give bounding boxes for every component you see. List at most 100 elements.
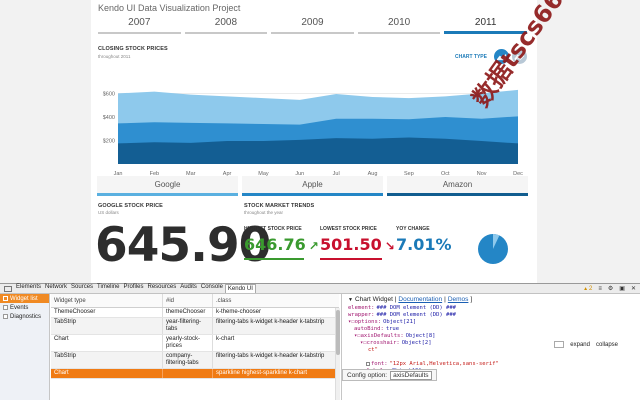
option-checkbox[interactable] bbox=[366, 361, 370, 366]
tree-line[interactable]: wrapper: ### DOM element (DD) ### bbox=[348, 312, 640, 319]
devtools-tab-timeline[interactable]: Timeline bbox=[95, 284, 121, 293]
devtools-tab-sources[interactable]: Sources bbox=[69, 284, 95, 293]
widget-table-scrollbar[interactable] bbox=[335, 308, 340, 400]
company-tab-amazon[interactable]: Amazon bbox=[387, 176, 528, 196]
devtools-toolbar: Elements Network Sources Timeline Profiles Re… bbox=[0, 284, 640, 294]
expand-link[interactable]: expand bbox=[570, 342, 590, 348]
filter-input[interactable] bbox=[554, 341, 565, 348]
company-tab-google[interactable]: Google bbox=[97, 176, 238, 196]
devtools-tab-resources[interactable]: Resources bbox=[146, 284, 179, 293]
table-cell-id: yearly-stock-prices bbox=[163, 335, 213, 351]
dashboard-page: Kendo UI Data Visualization Project 2007… bbox=[0, 0, 640, 283]
col-widget-type[interactable]: Widget type bbox=[51, 294, 163, 307]
highest-sparkline[interactable] bbox=[244, 258, 304, 260]
tree-value: ### DOM element (DD) ### bbox=[376, 312, 456, 318]
highest-price-label: HIGHEST STOCK PRICE bbox=[244, 226, 302, 232]
tree-key: ▾☐options: bbox=[348, 319, 382, 325]
config-option-tooltip: Config option: axisDefaults bbox=[342, 369, 437, 381]
table-cell-id: year-filtering-tabs bbox=[163, 318, 213, 334]
table-cell-id: themeChooser bbox=[163, 308, 213, 317]
sidebar-item-widget-list[interactable]: Widget list bbox=[0, 294, 49, 303]
tree-value: true bbox=[385, 326, 400, 332]
sidebar-item-events[interactable]: Events bbox=[0, 303, 49, 312]
yoy-pie-chart bbox=[478, 234, 508, 264]
collapse-link[interactable]: collapse bbox=[596, 342, 618, 348]
yoy-label: YOY CHANGE bbox=[396, 226, 430, 232]
tree-line[interactable]: ▾☐options: Object[21] bbox=[348, 319, 640, 326]
tree-value: Object[8] bbox=[405, 333, 436, 339]
year-tab-2010[interactable]: 2010 bbox=[357, 14, 441, 34]
table-cell-type: TabStrip bbox=[51, 318, 163, 334]
devtools-tab-console[interactable]: Console bbox=[199, 284, 225, 293]
year-tab-2008[interactable]: 2008 bbox=[184, 14, 268, 34]
kendo-sidebar: Widget list Events Diagnostics bbox=[0, 294, 50, 400]
highest-price-value: 646.76 ↗ bbox=[244, 235, 319, 254]
table-cell-type: Chart bbox=[51, 335, 163, 351]
table-row[interactable]: Chart sparkline highest-sparkline k-chart bbox=[51, 369, 339, 379]
table-cell-type: Chart bbox=[51, 369, 163, 378]
widget-inspector: ▼ Chart Widget | Documentation | Demos ]… bbox=[341, 294, 640, 400]
dock-icon[interactable]: ▣ bbox=[619, 285, 625, 292]
sidebar-item-label: Widget list bbox=[10, 295, 38, 302]
console-icon[interactable]: ≡ bbox=[598, 286, 602, 292]
y-tick-label: $600 bbox=[103, 91, 115, 97]
inspector-title: Chart Widget | bbox=[354, 296, 397, 303]
year-tab-2007[interactable]: 2007 bbox=[98, 14, 181, 34]
closing-prices-subtitle: throughout 2011 bbox=[98, 54, 131, 59]
tree-line[interactable]: autoBind: true bbox=[348, 326, 640, 333]
inspector-header: ▼ Chart Widget | Documentation | Demos ] bbox=[342, 294, 640, 305]
table-row[interactable]: TabStrip company-filtering-tabs filtering-… bbox=[51, 352, 339, 369]
tree-line[interactable]: ct" bbox=[348, 347, 640, 354]
devtools-tab-elements[interactable]: Elements bbox=[14, 284, 43, 293]
devtools-tab-kendo-ui[interactable]: Kendo UI bbox=[224, 284, 256, 293]
tree-line[interactable]: font: "12px Arial,Helvetica,sans-serif" bbox=[348, 361, 640, 368]
lowest-sparkline[interactable] bbox=[320, 258, 382, 260]
tree-value: "12px Arial,Helvetica,sans-serif" bbox=[389, 361, 499, 367]
tree-value: Object[2] bbox=[401, 340, 432, 346]
demos-link[interactable]: Demos bbox=[448, 296, 469, 303]
table-cell-cls: sparkline highest-sparkline k-chart bbox=[216, 370, 308, 376]
collapse-triangle-icon[interactable]: ▼ bbox=[348, 297, 353, 303]
tree-key: autoBind: bbox=[354, 326, 384, 332]
warning-count[interactable]: 2 bbox=[583, 286, 592, 292]
tree-line[interactable]: ▾☐axisDefaults: Object[8] bbox=[348, 333, 640, 340]
lowest-price-label: LOWEST STOCK PRICE bbox=[320, 226, 377, 232]
table-cell-id: company-filtering-tabs bbox=[163, 352, 213, 368]
devtools-tab-profiles[interactable]: Profiles bbox=[122, 284, 146, 293]
highest-price-number: 646.76 bbox=[244, 235, 306, 254]
table-row[interactable]: TabStrip year-filtering-tabs filtering-tab… bbox=[51, 318, 339, 335]
close-icon[interactable]: ✕ bbox=[631, 285, 636, 292]
table-cell-cls: k-chart bbox=[216, 336, 235, 342]
config-tip-value: axisDefaults bbox=[390, 370, 432, 380]
dock-side-icon[interactable] bbox=[4, 285, 12, 292]
tree-line[interactable]: element: ### DOM element (DD) ### bbox=[348, 305, 640, 312]
tree-key: ▾☐crosshair: bbox=[360, 340, 400, 346]
devtools-tab-audits[interactable]: Audits bbox=[178, 284, 199, 293]
sidebar-item-diagnostics[interactable]: Diagnostics bbox=[0, 312, 49, 321]
devtools-panel: Elements Network Sources Timeline Profiles Re… bbox=[0, 283, 640, 400]
trends-subtitle: throughout the year bbox=[244, 210, 284, 215]
up-arrow-icon: ↗ bbox=[308, 239, 319, 253]
settings-icon[interactable]: ⚙ bbox=[608, 285, 613, 292]
table-row[interactable]: Chart yearly-stock-prices k-chart bbox=[51, 335, 339, 352]
google-price-title: GOOGLE STOCK PRICE bbox=[98, 203, 163, 209]
project-title: Kendo UI Data Visualization Project bbox=[98, 3, 241, 13]
year-tab-2009[interactable]: 2009 bbox=[271, 14, 354, 34]
down-arrow-icon: ↘ bbox=[384, 239, 395, 253]
table-row[interactable]: ThemeChooser themeChooser k-theme-chooser bbox=[51, 308, 339, 318]
widget-table: Widget type #id .class ThemeChooser theme… bbox=[51, 294, 339, 400]
scrollbar-thumb[interactable] bbox=[336, 310, 340, 355]
tree-key: wrapper: bbox=[348, 312, 375, 318]
col-class[interactable]: .class bbox=[213, 294, 339, 307]
col-id[interactable]: #id bbox=[163, 294, 213, 307]
widget-table-header: Widget type #id .class bbox=[51, 294, 339, 308]
documentation-link[interactable]: Documentation bbox=[398, 296, 442, 303]
sidebar-item-label: Diagnostics bbox=[10, 313, 42, 320]
yoy-value: 7.01% bbox=[396, 235, 452, 254]
lowest-price-value: 501.50 ↘ bbox=[320, 235, 395, 254]
tree-line[interactable] bbox=[348, 354, 640, 361]
inspector-separator: | bbox=[444, 296, 446, 303]
company-tab-apple[interactable]: Apple bbox=[242, 176, 383, 196]
devtools-tab-network[interactable]: Network bbox=[43, 284, 69, 293]
widget-rows: ThemeChooser themeChooser k-theme-chooser T… bbox=[51, 308, 339, 379]
